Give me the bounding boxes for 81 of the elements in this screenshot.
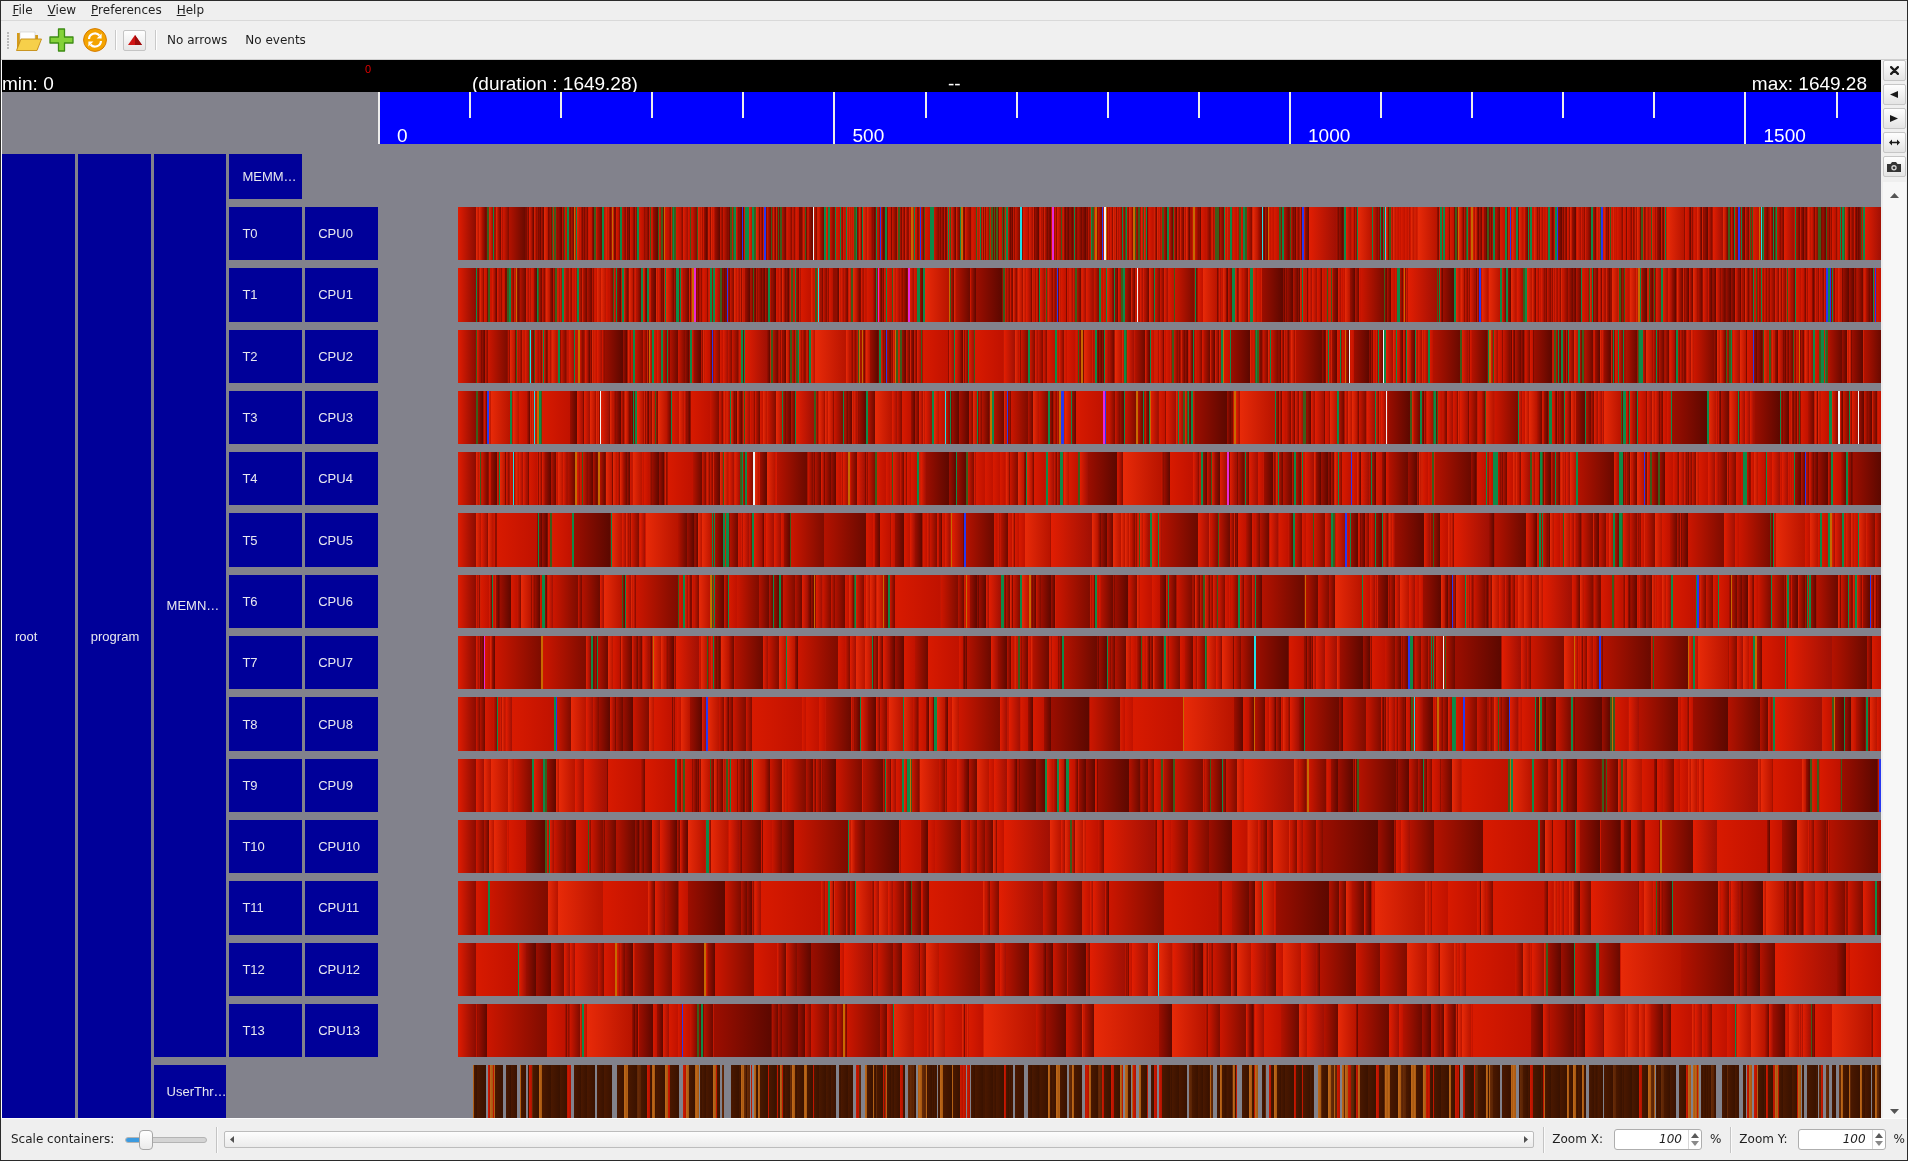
container-node: T9 <box>229 758 303 812</box>
left-triangle-icon <box>1890 91 1898 98</box>
container-node: root <box>2 154 75 1118</box>
menu-item[interactable]: File <box>5 3 41 18</box>
unit-label: % <box>1893 1132 1905 1147</box>
container-node: T8 <box>229 697 303 751</box>
camera-button[interactable] <box>1882 156 1906 177</box>
zoom-y-field[interactable]: 100 <box>1798 1131 1872 1148</box>
spin-arrows-icon[interactable] <box>1690 1132 1699 1147</box>
zoom-x-spinbox[interactable]: 100 <box>1613 1129 1702 1150</box>
container-node: CPU10 <box>305 819 378 874</box>
container-node: CPU3 <box>305 390 378 445</box>
container-node: UserThr… <box>153 1065 227 1118</box>
container-node: CPU12 <box>305 942 378 996</box>
cursor-time-label: 0 <box>364 63 371 75</box>
container-node: T0 <box>229 207 303 261</box>
container-node: CPU5 <box>305 513 378 567</box>
vertical-scrollbar[interactable] <box>1882 182 1906 1118</box>
container-node: T3 <box>229 390 303 445</box>
slider-handle[interactable] <box>138 1129 153 1150</box>
container-node: CPU11 <box>305 881 378 935</box>
container-node: CPU7 <box>305 636 378 690</box>
container-node: T6 <box>229 574 303 629</box>
container-node: CPU13 <box>305 1003 378 1058</box>
container-node: T13 <box>229 1003 303 1058</box>
zoom-y-label: Zoom Y: <box>1739 1132 1788 1147</box>
menu-item[interactable]: View <box>40 3 84 18</box>
container-node: CPU1 <box>305 268 378 322</box>
right-triangle-icon <box>1524 1136 1529 1143</box>
duration-label: (duration : 1649.28) <box>472 75 639 92</box>
horizontal-scrollbar[interactable] <box>224 1131 1535 1148</box>
center-label: -- <box>948 75 962 92</box>
container-node: T11 <box>229 881 303 935</box>
container-node: T1 <box>229 268 303 322</box>
container-node: CPU6 <box>305 574 378 629</box>
double-arrow-button[interactable] <box>1882 132 1906 153</box>
refresh-icon[interactable] <box>83 28 107 52</box>
camera-icon <box>1887 161 1901 172</box>
scale-containers-label: Scale containers: <box>11 1132 115 1147</box>
menu-item[interactable]: Preferences <box>83 3 170 18</box>
container-node: T2 <box>229 329 303 383</box>
container-node: T10 <box>229 819 303 874</box>
down-triangle-icon <box>1889 1109 1899 1114</box>
close-icon <box>1889 66 1899 75</box>
min-time-label: min: 0 <box>2 75 55 92</box>
toolbar-button[interactable] <box>123 29 146 51</box>
zoom-x-label: Zoom X: <box>1552 1132 1603 1147</box>
container-node: program <box>77 154 151 1118</box>
right-arrow-button[interactable] <box>1882 108 1906 129</box>
container-node: CPU0 <box>305 207 378 261</box>
close-button[interactable] <box>1882 60 1906 81</box>
ruler-label: 1500 <box>1763 128 1806 144</box>
arrows-status-text: No arrows <box>167 32 228 48</box>
container-node: T7 <box>229 636 303 690</box>
container-node: MEMN… <box>153 154 227 1058</box>
up-triangle-icon <box>1889 193 1899 198</box>
folder-icon[interactable] <box>16 29 42 51</box>
container-node: T12 <box>229 942 303 996</box>
container-node: T5 <box>229 513 303 567</box>
container-node: CPU8 <box>305 697 378 751</box>
container-node: T4 <box>229 452 303 506</box>
container-node: CPU9 <box>305 758 378 812</box>
container-node: MEMM… <box>229 154 303 199</box>
unit-label: % <box>1709 1132 1722 1147</box>
ruler-label: 1000 <box>1308 128 1351 144</box>
left-arrow-button[interactable] <box>1882 84 1906 105</box>
triangle-icon <box>127 35 142 45</box>
plus-icon[interactable] <box>49 28 74 52</box>
container-node: CPU2 <box>305 329 378 383</box>
zoom-x-field[interactable]: 100 <box>1614 1131 1688 1148</box>
zoom-y-spinbox[interactable]: 100 <box>1797 1129 1886 1150</box>
ruler-label: 500 <box>852 128 885 144</box>
double-arrow-icon <box>1888 139 1900 146</box>
right-triangle-icon <box>1890 115 1898 122</box>
spin-arrows-icon[interactable] <box>1874 1132 1883 1147</box>
events-status-text: No events <box>245 32 306 48</box>
container-node: CPU4 <box>305 452 378 506</box>
menu-item[interactable]: Help <box>169 3 212 18</box>
ruler-label: 0 <box>397 128 408 144</box>
left-triangle-icon <box>230 1136 235 1143</box>
max-time-label: max: 1649.28 <box>1751 75 1867 92</box>
